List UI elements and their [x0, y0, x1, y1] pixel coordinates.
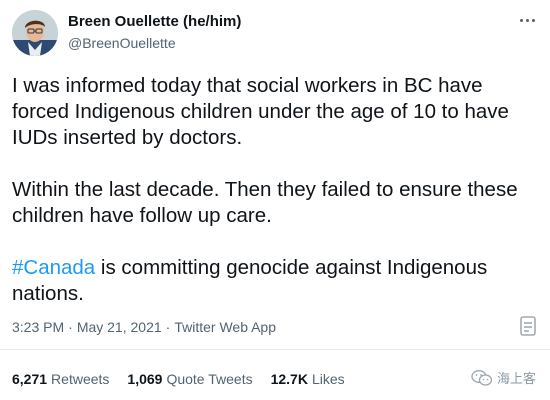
avatar[interactable] — [12, 10, 58, 56]
author-handle[interactable]: @BreenOuellette — [68, 33, 241, 53]
tweet-paragraph-3: #Canada is committing genocide against I… — [12, 255, 540, 307]
retweets-label: Retweets — [51, 371, 110, 387]
tweet-paragraph-2: Within the last decade. Then they failed… — [12, 178, 518, 227]
tweet-source[interactable]: Twitter Web App — [174, 319, 276, 335]
meta-separator: · — [68, 319, 73, 335]
quote-tweets-count: 1,069 — [127, 371, 163, 387]
more-dot — [525, 18, 529, 22]
more-dot — [519, 18, 523, 22]
retweets-stat[interactable]: 6,271 Retweets — [12, 370, 109, 388]
tweet-meta: 3:23 PM · May 21, 2021 · Twitter Web App — [12, 318, 276, 336]
author-names: Breen Ouellette (he/him) @BreenOuellette — [68, 12, 241, 53]
likes-stat[interactable]: 12.7K Likes — [271, 370, 345, 388]
analytics-icon[interactable] — [520, 316, 536, 336]
quote-tweets-stat[interactable]: 1,069 Quote Tweets — [127, 370, 252, 388]
tweet-date[interactable]: May 21, 2021 — [77, 319, 162, 335]
quote-tweets-label: Quote Tweets — [166, 371, 253, 387]
tweet-text: I was informed today that social workers… — [12, 73, 540, 307]
likes-label: Likes — [311, 371, 345, 387]
more-options-icon[interactable] — [516, 14, 538, 26]
watermark: 海上客 — [471, 368, 536, 387]
tweet: Breen Ouellette (he/him) @BreenOuellette… — [0, 0, 550, 400]
likes-count: 12.7K — [270, 371, 308, 387]
tweet-stats: 6,271 Retweets 1,069 Quote Tweets 12.7K Lik… — [12, 370, 345, 388]
divider — [0, 349, 550, 350]
tweet-header: Breen Ouellette (he/him) @BreenOuellette — [12, 10, 538, 56]
retweets-count: 6,271 — [12, 371, 48, 387]
tweet-paragraph-1: I was informed today that social workers… — [12, 74, 509, 149]
watermark-text: 海上客 — [496, 372, 536, 387]
meta-separator: · — [165, 319, 171, 335]
wechat-icon — [471, 369, 493, 387]
hashtag-link[interactable]: #Canada — [12, 256, 95, 279]
tweet-time[interactable]: 3:23 PM — [12, 319, 64, 335]
author-display-name[interactable]: Breen Ouellette (he/him) — [68, 12, 241, 31]
more-dot — [531, 18, 535, 22]
